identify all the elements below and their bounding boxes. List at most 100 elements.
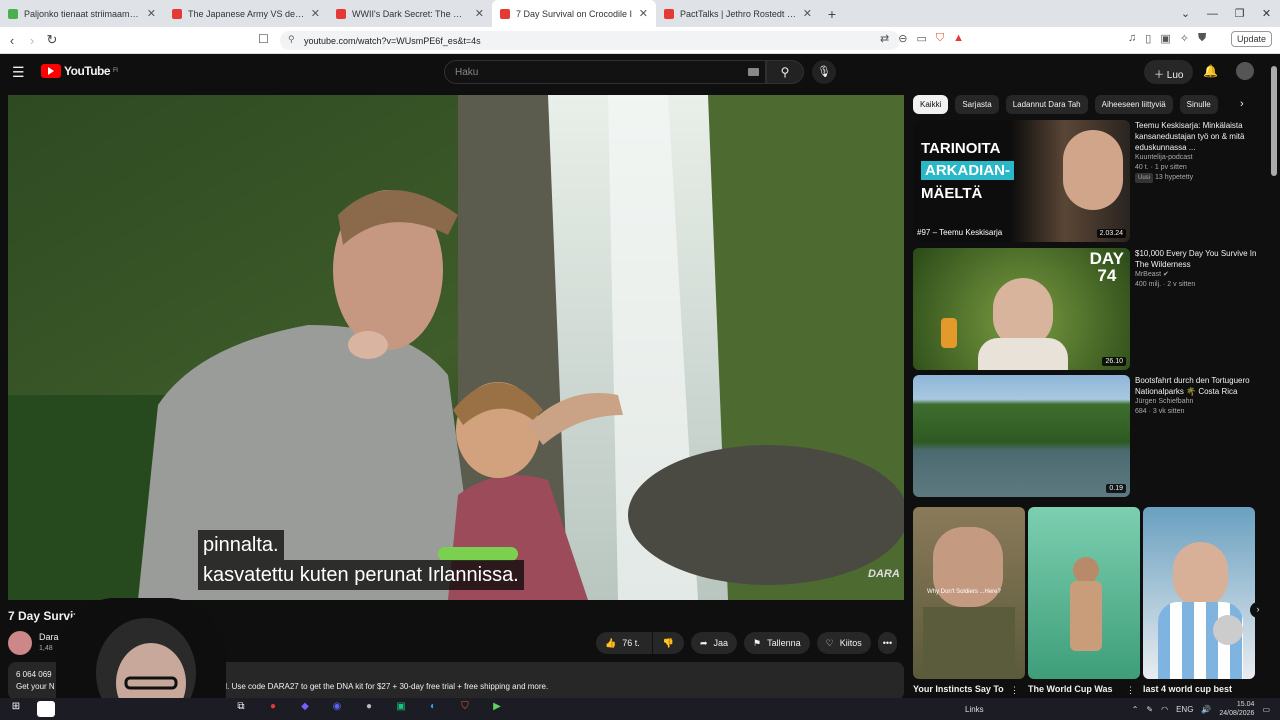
brave-icon[interactable]: ⛉ [454,701,476,717]
links-toolbar[interactable]: Links [965,705,984,714]
save-button[interactable]: ⚑ Tallenna [744,632,810,654]
wallet-icon[interactable]: ⛊ [1198,32,1206,45]
chip-series[interactable]: Sarjasta [955,95,999,114]
pen-icon[interactable]: ✎ [1146,705,1153,714]
brave-shield-icon[interactable]: ⛉ [936,32,944,45]
bookmark-icon[interactable]: ☐ [258,32,269,46]
language-indicator[interactable]: ENG [1176,705,1193,714]
app-icon[interactable]: ● [358,701,380,717]
volume-icon[interactable]: 🔊 [1201,705,1211,714]
browser-tab[interactable]: PactTalks | Jethro Rostedt | Vierasr ✕ [656,0,820,27]
channel-name[interactable]: Dara [39,632,59,642]
edge-icon[interactable]: ◐ [422,701,444,717]
more-actions-button[interactable]: ••• [877,632,898,654]
site-info-icon[interactable]: ⚲ [288,34,295,45]
more-vert-icon[interactable]: ⋮ [1126,685,1135,696]
search-icon[interactable] [37,701,55,717]
maximize-button[interactable]: ❐ [1226,7,1253,20]
store-icon[interactable]: ◆ [294,701,316,717]
close-icon[interactable]: ✕ [311,7,320,20]
channel-avatar[interactable] [8,631,32,655]
recommendation-channel[interactable]: MrBeast [1135,271,1161,278]
minimize-button[interactable]: — [1199,8,1226,20]
chevron-up-icon[interactable]: ⌃ [1132,705,1139,714]
chevron-right-icon[interactable]: › [1240,98,1244,110]
chip-uploader[interactable]: Ladannut Dara Tah [1005,95,1088,114]
translate-icon[interactable]: ⇄ [880,32,889,45]
close-icon[interactable]: ✕ [639,7,648,20]
address-toolbar: ‹ › ↻ ☐ ⚲ youtube.com/watch?v=WUsmPE6f_e… [0,27,1280,54]
short-title[interactable]: The World Cup Was [1028,684,1113,694]
thanks-button[interactable]: ♡ Kiitos [816,632,871,654]
browser-tab[interactable]: WWII's Dark Secret: The Massacre of ✕ [328,0,492,27]
menu-icon[interactable]: ☰ [12,64,25,81]
cast-icon[interactable]: ▭ [916,32,926,45]
app-icon[interactable]: ▣ [390,701,412,717]
recommendation-channel[interactable]: Kuuntelija-podcast [1135,153,1267,163]
task-view-icon[interactable]: ⧉ [230,701,252,717]
forward-icon[interactable]: › [22,33,42,48]
os-taskbar: ⊞ ⧉ ● ◆ ◉ ● ▣ ◐ ⛉ ▶ Links ⌃ ✎ ◠ ENG 🔊 15… [0,698,1280,720]
close-icon[interactable]: ✕ [147,7,156,20]
recommendation-channel[interactable]: Jürgen Schiefbahn [1135,397,1267,407]
recommendation-title[interactable]: Teemu Keskisarja: Minkälaista kansanedus… [1135,120,1267,153]
video-thumbnail[interactable]: 0.19 [913,375,1130,497]
video-thumbnail[interactable]: TARINOITA ARKADIAN- MÄELTÄ #97 – Teemu K… [913,120,1130,242]
network-icon[interactable]: ◠ [1161,705,1168,714]
recommendation-item[interactable]: 0.19 Bootsfahrt durch den Tortuguero Nat… [913,375,1267,497]
close-window-button[interactable]: ✕ [1253,7,1280,20]
tab-search-icon[interactable]: ⌄ [1172,7,1199,20]
browser-tab[interactable]: Paljonko tienaat striimaamalla? - Las ✕ [0,0,164,27]
browser-tab[interactable]: The Japanese Army VS deadly Crocod ✕ [164,0,328,27]
short-thumbnail[interactable] [1143,507,1255,679]
video-thumbnail[interactable]: DAY 74 26.10 [913,248,1130,370]
url-bar[interactable]: ⚲ youtube.com/watch?v=WUsmPE6f_es&t=4s [280,31,900,50]
opera-icon[interactable]: ● [262,701,284,717]
short-title[interactable]: last 4 world cup best [1143,684,1232,694]
windows-start-icon[interactable]: ⊞ [5,701,27,717]
duration-badge: 0.19 [1106,484,1126,493]
recommendation-item[interactable]: DAY 74 26.10 $10,000 Every Day You Survi… [913,248,1267,370]
recommendation-title[interactable]: Bootsfahrt durch den Tortuguero National… [1135,375,1267,397]
short-thumbnail[interactable] [1028,507,1140,679]
like-button[interactable]: 👍 76 t. [596,632,652,654]
extensions-icon[interactable]: ✧ [1180,32,1189,45]
search-input[interactable]: Haku [444,60,766,84]
chip-all[interactable]: Kaikki [913,95,949,114]
bell-icon[interactable]: 🔔 [1203,64,1218,78]
close-icon[interactable]: ✕ [803,7,812,20]
mic-icon[interactable]: 🎙 [812,60,836,84]
media-icon[interactable]: ♫ [1128,32,1136,45]
recommendation-title[interactable]: $10,000 Every Day You Survive In The Wil… [1135,248,1267,270]
dislike-button[interactable]: 👎 [652,632,684,654]
sidebar-icon[interactable]: ▯ [1145,32,1151,45]
brave-rewards-icon[interactable]: ▲ [953,32,964,45]
reload-icon[interactable]: ↻ [42,32,62,48]
keyboard-icon[interactable] [748,68,759,76]
page-scrollbar[interactable] [1271,66,1277,176]
video-player[interactable]: DARA [8,95,904,600]
chip-related[interactable]: Aiheeseen liittyviä [1094,95,1173,114]
back-icon[interactable]: ‹ [2,33,22,48]
more-vert-icon[interactable]: ⋮ [1010,685,1019,696]
recommendation-item[interactable]: TARINOITA ARKADIAN- MÄELTÄ #97 – Teemu K… [913,120,1267,242]
chevron-right-icon[interactable]: › [1250,602,1266,618]
chip-for-you[interactable]: Sinulle [1179,95,1218,114]
browser-tab-active[interactable]: 7 Day Survival on Crocodile I ✕ [492,0,656,27]
clock[interactable]: 15.04 24/08/2026 [1219,700,1254,718]
terminal-icon[interactable]: ▶ [486,701,508,717]
zoom-icon[interactable]: ⊖ [898,32,907,45]
notification-icon[interactable]: ▭ [1262,705,1270,714]
search-button[interactable]: ⚲ [766,60,804,84]
tab-groups-icon[interactable]: ▣ [1160,32,1170,45]
avatar[interactable] [1236,62,1254,80]
new-tab-button[interactable]: + [820,6,844,22]
create-button[interactable]: ＋ Luo [1144,60,1194,84]
update-button[interactable]: Update [1230,31,1272,47]
discord-icon[interactable]: ◉ [326,701,348,717]
share-button[interactable]: ➦ Jaa [690,632,738,654]
short-thumbnail[interactable]: Why Don't Soldiers ...Here? [913,507,1025,679]
short-title[interactable]: Your Instincts Say To [913,684,1004,694]
close-icon[interactable]: ✕ [475,7,484,20]
youtube-logo[interactable]: YouTube FI [41,64,118,78]
